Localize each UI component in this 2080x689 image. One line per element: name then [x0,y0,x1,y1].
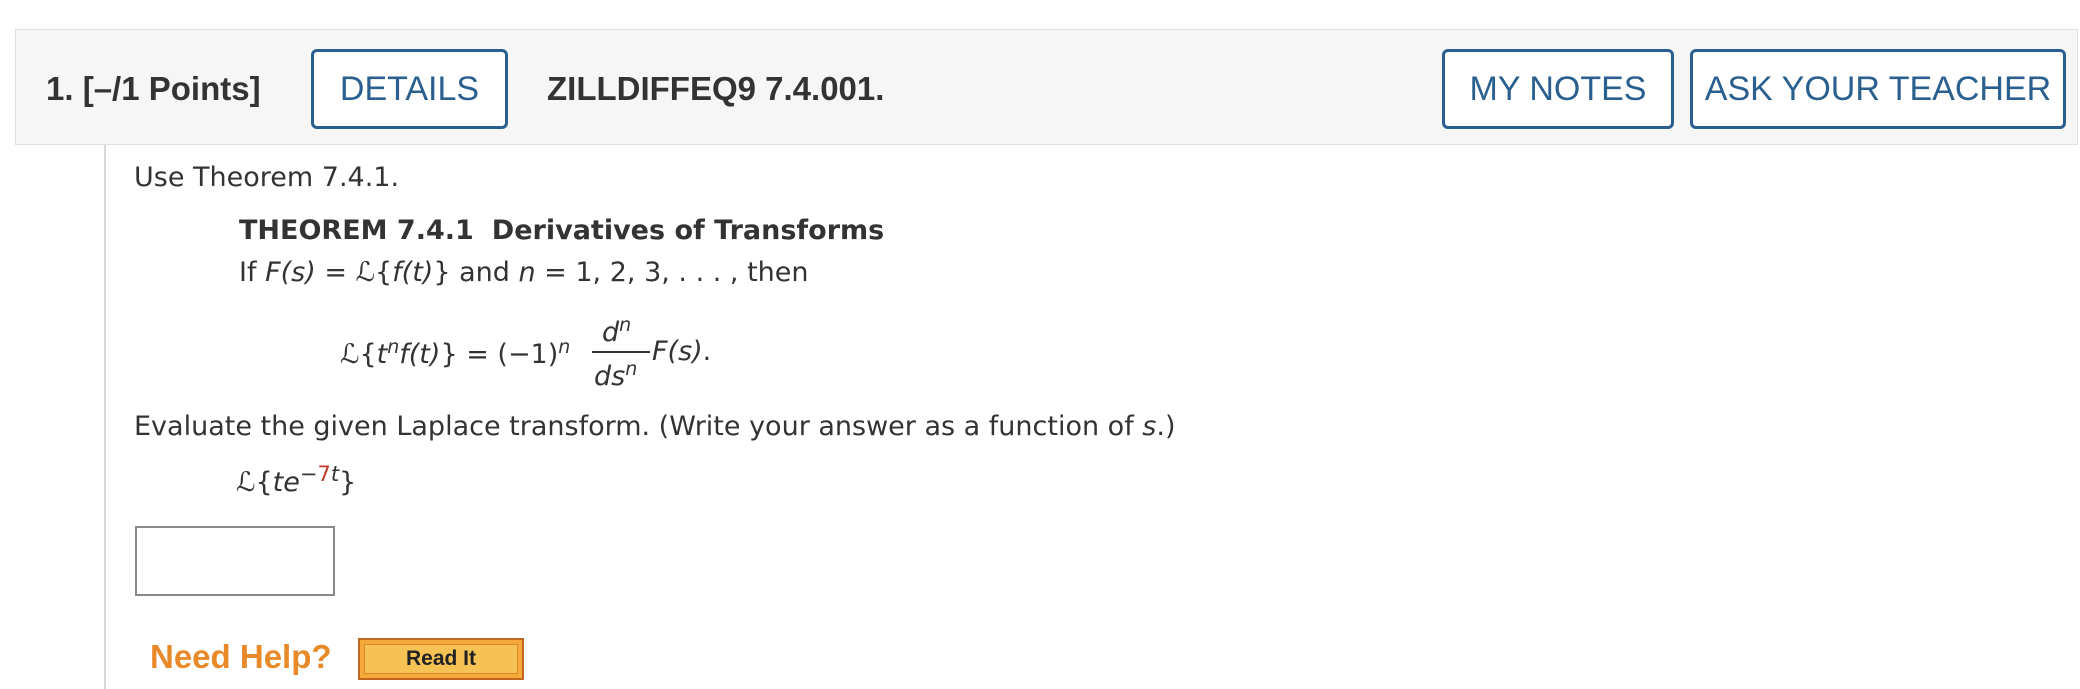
question-points: [–/1 Points] [82,70,261,107]
statement-prefix: If [239,257,266,288]
expr-te: te [272,467,300,498]
statement-suffix: = 1, 2, 3, . . . , then [535,257,809,288]
question-body-rule [104,145,106,689]
theorem-title: THEOREM 7.4.1 Derivatives of Transforms [239,215,884,246]
need-help-label: Need Help? [150,638,332,675]
formula-left: ℒ{tnf(t)} = (−1)n [340,336,570,370]
details-button[interactable]: DETAILS [311,49,508,129]
theorem-label: THEOREM 7.4.1 [239,215,474,246]
evaluate-close: .) [1156,411,1176,442]
evaluate-text: Evaluate the given Laplace transform. (W… [134,411,1143,442]
statement-n: n [518,257,536,288]
formula-L-open: ℒ{ [340,339,377,370]
expr-close: } [339,467,357,498]
formula-Fs: F(s) [652,336,703,367]
statement-Fs: F(s) [265,257,316,288]
formula-n-exp2: n [558,336,571,358]
expr-exponent-value: 7 [317,462,331,486]
frac-num-d: d [602,317,620,348]
formula-period: . [702,336,712,367]
formula-middle: } = (−1) [440,339,559,370]
statement-eq: = ℒ{ [315,257,393,288]
answer-input[interactable] [135,526,335,596]
expr-L-open: ℒ{ [236,467,273,498]
question-code: ZILLDIFFEQ9 7.4.001. [547,70,885,107]
read-it-label: Read It [364,644,518,674]
my-notes-button[interactable]: MY NOTES [1442,49,1674,129]
theorem-name: Derivatives of Transforms [491,215,885,246]
frac-num-n: n [619,314,632,336]
ask-teacher-button[interactable]: ASK YOUR TEACHER [1690,49,2066,129]
read-it-button[interactable]: Read It [358,638,524,680]
laplace-expression: ℒ{te−7t} [236,462,356,498]
expr-exponent-var: t [330,462,340,486]
frac-den-n: n [625,358,638,380]
theorem-statement: If F(s) = ℒ{f(t)} and n = 1, 2, 3, . . .… [239,257,809,288]
fraction-bar [592,351,650,353]
intro-text: Use Theorem 7.4.1. [134,162,400,193]
statement-ft: f(t) [392,257,434,288]
evaluate-s: s [1142,411,1157,442]
formula-t: t [376,339,388,370]
statement-mid: } and [433,257,519,288]
frac-den-ds: ds [594,361,626,392]
fraction-denominator: dsn [594,358,637,392]
question-number: 1. [46,70,74,107]
fraction-numerator: dn [602,314,631,348]
formula-ft: f(t) [399,339,441,370]
evaluate-instruction: Evaluate the given Laplace transform. (W… [134,411,1175,442]
formula-right: F(s). [652,336,711,367]
formula-n-exp: n [387,336,400,358]
question-number-points: 1. [–/1 Points] [46,70,261,108]
expr-exponent-sign: − [299,462,318,486]
